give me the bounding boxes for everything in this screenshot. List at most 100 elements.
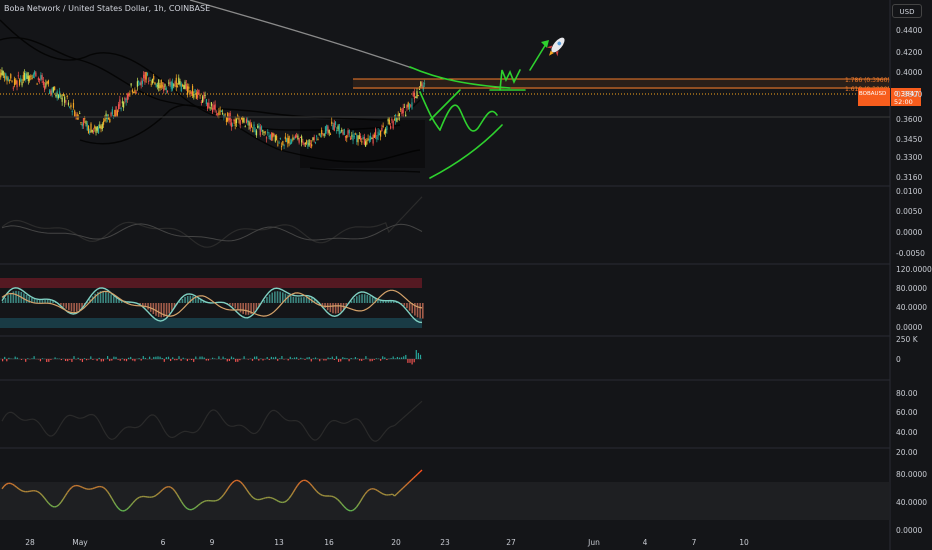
histogram-bar bbox=[295, 297, 297, 303]
candle-body bbox=[28, 76, 31, 81]
volume-delta-bar bbox=[342, 357, 344, 359]
indicator-tick: 0 bbox=[896, 355, 901, 364]
candle-body bbox=[1, 69, 3, 76]
volume-delta-bar bbox=[119, 359, 121, 361]
volume-delta-bar bbox=[123, 359, 125, 361]
candle-body bbox=[358, 135, 360, 140]
oscillator-4-segment bbox=[119, 509, 123, 512]
candle-body bbox=[69, 106, 71, 108]
volume-delta-bar bbox=[405, 354, 407, 359]
candle-body bbox=[188, 86, 190, 89]
candle-body bbox=[35, 72, 37, 77]
volume-delta-bar bbox=[88, 359, 90, 360]
price-tick: 0.3300 bbox=[896, 153, 922, 162]
trading-chart[interactable]: 1.786 (0.3960) 1.618 (0.3900) BOBAUSD 0.… bbox=[0, 0, 932, 550]
candle-body bbox=[301, 136, 303, 143]
histogram-bar bbox=[60, 303, 62, 305]
volume-delta-bar bbox=[333, 359, 335, 360]
volume-delta-bar bbox=[170, 359, 172, 362]
candle-body bbox=[12, 87, 14, 89]
candle-body bbox=[86, 123, 88, 131]
date-tick: 28 bbox=[25, 538, 35, 547]
oscillator-4-segment bbox=[271, 497, 275, 500]
volume-delta-bar bbox=[218, 356, 220, 359]
candle-body bbox=[70, 104, 72, 108]
volume-delta-bar bbox=[56, 358, 58, 359]
volume-delta-bar bbox=[130, 356, 132, 359]
indicator-pane-2[interactable] bbox=[0, 278, 424, 328]
volume-delta-bar bbox=[382, 356, 384, 359]
candle-body bbox=[159, 85, 161, 89]
histogram-bar bbox=[276, 291, 279, 303]
candle-body bbox=[285, 138, 288, 142]
candle-body bbox=[250, 124, 253, 128]
candle-body bbox=[44, 86, 46, 90]
oscillator-4-segment bbox=[187, 508, 191, 511]
volume-delta-bar bbox=[287, 359, 289, 361]
candle-body bbox=[62, 94, 65, 96]
volume-delta-bar bbox=[392, 356, 394, 359]
indicator-tick: 40.0000 bbox=[896, 498, 927, 507]
candle-body bbox=[146, 72, 149, 76]
volume-delta-bar bbox=[363, 359, 365, 360]
volume-delta-bar bbox=[165, 357, 167, 359]
candle-body bbox=[8, 79, 11, 81]
volume-delta-bar bbox=[144, 357, 146, 359]
candle-body bbox=[257, 125, 259, 129]
currency-selector[interactable]: USD bbox=[892, 4, 922, 18]
volume-delta-bar bbox=[90, 356, 92, 359]
oscillator-4-segment bbox=[383, 493, 387, 496]
oscillator-4-segment bbox=[202, 500, 205, 503]
volume-delta-bar bbox=[296, 357, 298, 359]
candle-body bbox=[126, 94, 128, 100]
volume-delta-bar bbox=[4, 356, 6, 359]
histogram-bar bbox=[321, 303, 324, 306]
candle-body bbox=[67, 102, 70, 106]
candle-body bbox=[380, 130, 382, 137]
candle-body bbox=[405, 114, 407, 117]
candle-body bbox=[27, 75, 29, 82]
volume-delta-bar bbox=[60, 359, 62, 361]
candle-body bbox=[244, 126, 246, 128]
volume-delta-bar bbox=[235, 359, 237, 362]
histogram-bar bbox=[382, 301, 384, 303]
histogram-bar bbox=[9, 292, 12, 303]
volume-delta-bar bbox=[247, 359, 249, 360]
indicator-tick: 80.0000 bbox=[896, 470, 927, 479]
volume-delta-bar bbox=[270, 356, 272, 359]
volume-delta-bar bbox=[254, 356, 256, 359]
histogram-bar bbox=[324, 303, 326, 308]
candle-body bbox=[390, 125, 392, 129]
candle-body bbox=[253, 124, 255, 131]
volume-delta-bar bbox=[380, 359, 382, 361]
candle-body bbox=[283, 144, 285, 146]
volume-delta-bar bbox=[325, 359, 327, 361]
candle-body bbox=[5, 73, 7, 79]
candle-body bbox=[23, 72, 26, 80]
candle-body bbox=[254, 130, 256, 132]
histogram-bar bbox=[263, 300, 266, 303]
volume-delta-bar bbox=[178, 356, 180, 359]
volume-delta-bar bbox=[46, 359, 48, 362]
volume-delta-bar bbox=[411, 359, 413, 365]
candle-body bbox=[166, 90, 169, 93]
candle-body bbox=[151, 78, 154, 84]
histogram-bar bbox=[268, 294, 271, 303]
volume-delta-bar bbox=[401, 357, 403, 359]
histogram-bar bbox=[279, 291, 281, 303]
volume-delta-bar bbox=[50, 359, 52, 360]
candle-body bbox=[143, 74, 145, 79]
candle-body bbox=[333, 122, 335, 131]
candle-body bbox=[381, 127, 383, 131]
candle-body bbox=[292, 137, 294, 141]
date-tick: 20 bbox=[391, 538, 401, 547]
volume-delta-bar bbox=[153, 356, 155, 359]
histogram-bar bbox=[78, 303, 81, 311]
oscillator-4-segment bbox=[269, 496, 273, 499]
overbought-band bbox=[0, 278, 422, 288]
band-fill bbox=[300, 120, 425, 168]
candle-body bbox=[260, 126, 263, 130]
histogram-bar bbox=[239, 303, 242, 313]
date-tick: 23 bbox=[440, 538, 450, 547]
histogram-bar bbox=[68, 303, 70, 311]
